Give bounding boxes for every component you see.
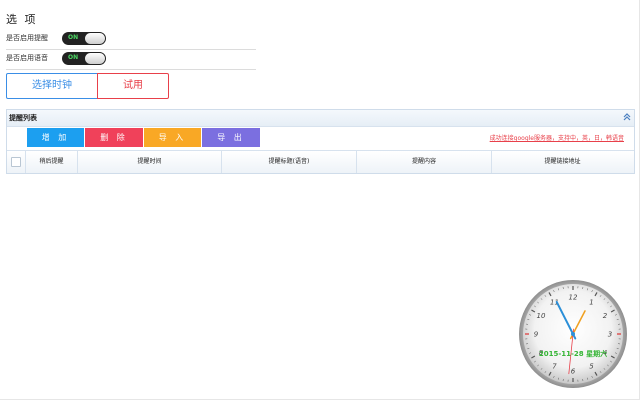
delete-button[interactable]: 删 除 — [85, 128, 143, 147]
options-title: 选 项 — [6, 13, 38, 26]
column-header-link[interactable]: 提醒链接地址 — [492, 151, 633, 173]
clock-numeral: 5 — [589, 363, 594, 371]
clock-numeral: 10 — [536, 312, 545, 320]
clock-numeral: 3 — [608, 331, 612, 339]
reminder-toggle[interactable]: ON — [62, 32, 106, 45]
export-button[interactable]: 导 出 — [202, 128, 260, 147]
analog-clock: 12 1 2 3 4 5 6 7 8 9 10 11 2015-11-28 星期六 — [518, 279, 628, 389]
panel-title: 提醒列表 — [9, 114, 37, 122]
table-header: 稍后提醒 提醒时间 提醒标题(语音) 提醒内容 提醒链接地址 — [7, 150, 634, 173]
voice-toggle[interactable]: ON — [62, 52, 106, 65]
clock-center — [571, 332, 575, 336]
clock-numeral: 2 — [603, 312, 608, 320]
column-header-content[interactable]: 提醒内容 — [357, 151, 492, 173]
clock-numeral: 7 — [552, 363, 557, 371]
option-label-reminder: 是否启用提醒 — [6, 34, 48, 42]
column-header-snooze[interactable]: 稍后提醒 — [26, 151, 78, 173]
connection-status-link[interactable]: 成功连接google服务器，支持中，英，日，韩语音 — [490, 133, 624, 142]
clock-numeral: 12 — [569, 294, 578, 302]
option-label-voice: 是否启用语音 — [6, 54, 48, 62]
select-all-checkbox[interactable] — [11, 157, 21, 167]
reminder-list-panel: 提醒列表 增 加 删 除 导 入 导 出 成功连接google服务器，支持中，英… — [6, 109, 635, 174]
add-button[interactable]: 增 加 — [27, 128, 84, 147]
clock-face: 121234567891011 — [519, 280, 627, 388]
clock-date: 2015-11-28 星期六 — [538, 350, 608, 358]
column-header-title[interactable]: 提醒标题(语音) — [222, 151, 357, 173]
select-clock-button[interactable]: 选择时钟 — [6, 73, 98, 99]
toggle-state-label: ON — [68, 34, 79, 41]
trial-button[interactable]: 试用 — [97, 73, 169, 99]
clock-numeral: 9 — [534, 331, 539, 339]
column-header-time[interactable]: 提醒时间 — [78, 151, 222, 173]
toggle-state-label: ON — [68, 54, 79, 61]
panel-header: 提醒列表 — [7, 110, 634, 127]
toggle-knob — [85, 33, 105, 44]
option-row-voice: 是否启用语音 ON — [6, 49, 256, 70]
clock-numeral: 6 — [571, 368, 576, 376]
import-button[interactable]: 导 入 — [144, 128, 201, 147]
select-all-cell — [7, 151, 26, 173]
option-row-reminder: 是否启用提醒 ON — [6, 29, 256, 50]
collapse-icon[interactable] — [623, 113, 631, 121]
clock-numeral: 1 — [589, 298, 593, 306]
toggle-knob — [85, 53, 105, 64]
